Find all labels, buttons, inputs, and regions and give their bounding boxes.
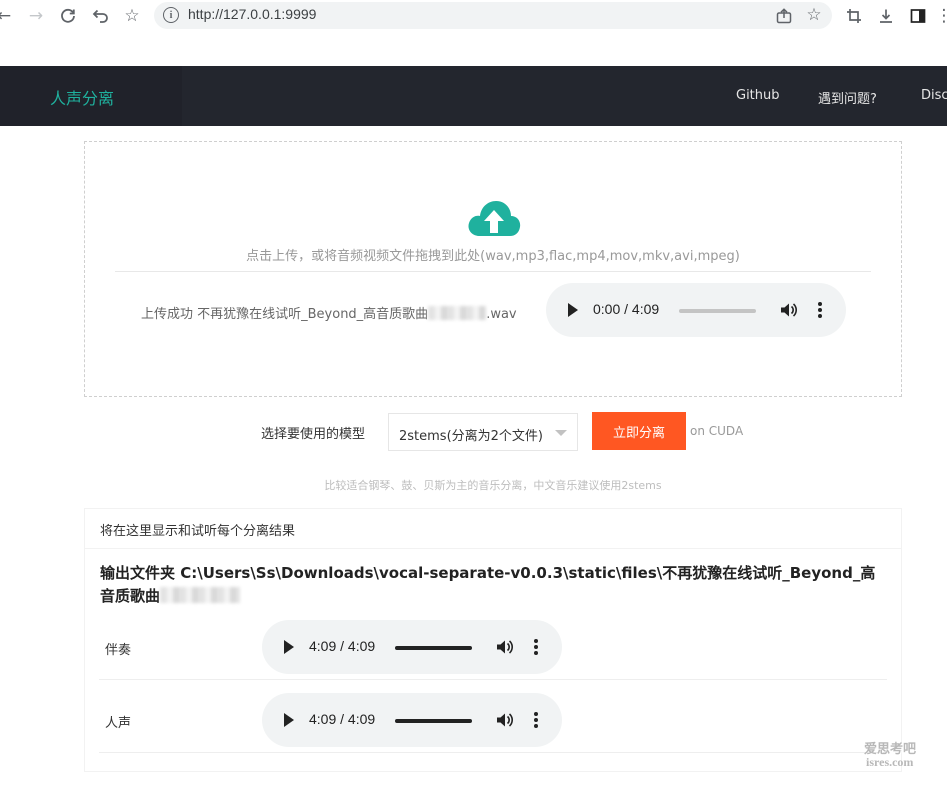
blurred-text <box>160 587 241 603</box>
model-select[interactable]: 2stems(分离为2个文件) <box>388 413 578 451</box>
results-header-text: 将在这里显示和试听每个分离结果 <box>100 524 296 539</box>
download-icon[interactable] <box>874 4 898 28</box>
upload-status-text: 上传成功 不再犹豫在线试听_Beyond_高音质歌曲 <box>141 307 429 322</box>
nav-link-discussion[interactable]: Disc <box>921 88 947 103</box>
vocals-audio-player[interactable]: 4:09 / 4:09 <box>262 693 562 747</box>
undo-icon[interactable] <box>88 4 112 28</box>
upload-divider <box>115 271 871 272</box>
model-label: 选择要使用的模型 <box>261 427 366 442</box>
play-icon[interactable] <box>284 640 294 654</box>
back-icon[interactable]: ← <box>0 4 16 28</box>
address-bar[interactable]: i http://127.0.0.1:9999 ☆ <box>154 2 832 29</box>
row-divider <box>99 679 887 680</box>
player-menu-icon[interactable] <box>534 712 538 728</box>
audio-progress-slider[interactable] <box>395 719 472 723</box>
audio-progress-slider[interactable] <box>679 309 756 313</box>
audio-time: 4:09 / 4:09 <box>309 711 376 727</box>
cloud-upload-icon <box>468 201 521 236</box>
upload-audio-player[interactable]: 0:00 / 4:09 <box>546 283 846 337</box>
audio-progress-slider[interactable] <box>395 646 472 650</box>
model-tip: 比较适合钢琴、鼓、贝斯为主的音乐分离，中文音乐建议使用2stems <box>324 479 662 492</box>
brand-title[interactable]: 人声分离 <box>50 85 114 109</box>
track-label-accompaniment: 伴奏 <box>105 643 132 658</box>
upload-status: 上传成功 不再犹豫在线试听_Beyond_高音质歌曲 .wav <box>141 303 517 322</box>
side-panel-icon[interactable] <box>906 4 930 28</box>
forward-icon[interactable]: → <box>24 4 48 28</box>
output-folder-path: 输出文件夹 C:\Users\Ss\Downloads\vocal-separa… <box>100 562 890 608</box>
model-select-value: 2stems(分离为2个文件) <box>399 429 543 444</box>
volume-icon[interactable] <box>779 301 797 319</box>
share-icon[interactable] <box>772 4 796 28</box>
star-icon[interactable]: ☆ <box>802 3 826 27</box>
nav-link-help[interactable]: 遇到问题? <box>818 88 877 107</box>
top-navbar: 人声分离 Github 遇到问题? Disc <box>0 66 947 126</box>
audio-time: 0:00 / 4:09 <box>593 301 660 317</box>
player-menu-icon[interactable] <box>818 302 822 318</box>
accompaniment-audio-player[interactable]: 4:09 / 4:09 <box>262 620 562 674</box>
more-menu-icon[interactable]: ⋮ <box>932 4 947 28</box>
results-header: 将在这里显示和试听每个分离结果 <box>85 509 901 549</box>
player-menu-icon[interactable] <box>534 639 538 655</box>
watermark-line2: isres.com <box>866 755 914 769</box>
upload-status-ext: .wav <box>486 307 517 322</box>
site-info-icon[interactable]: i <box>163 7 179 23</box>
url-text: http://127.0.0.1:9999 <box>188 6 317 22</box>
browser-toolbar: ← → ☆ i http://127.0.0.1:9999 ☆ ⋮ <box>0 0 947 32</box>
play-icon[interactable] <box>568 303 578 317</box>
row-divider <box>99 752 887 753</box>
device-label: on CUDA <box>690 424 744 438</box>
track-label-vocals: 人声 <box>105 716 132 731</box>
volume-icon[interactable] <box>495 711 513 729</box>
bookmark-star-icon[interactable]: ☆ <box>120 4 144 28</box>
crop-icon[interactable] <box>842 4 866 28</box>
separate-button[interactable]: 立即分离 <box>592 412 686 450</box>
volume-icon[interactable] <box>495 638 513 656</box>
reload-icon[interactable] <box>56 4 80 28</box>
play-icon[interactable] <box>284 713 294 727</box>
brand-area: 人声分离 <box>0 66 182 126</box>
audio-time: 4:09 / 4:09 <box>309 638 376 654</box>
upload-dropzone[interactable]: 点击上传，或将音频视频文件拖拽到此处(wav,mp3,flac,mp4,mov,… <box>84 141 902 397</box>
chevron-down-icon <box>555 430 567 436</box>
nav-link-github[interactable]: Github <box>736 88 780 103</box>
blurred-text <box>428 306 487 320</box>
upload-hint: 点击上传，或将音频视频文件拖拽到此处(wav,mp3,flac,mp4,mov,… <box>246 249 740 264</box>
